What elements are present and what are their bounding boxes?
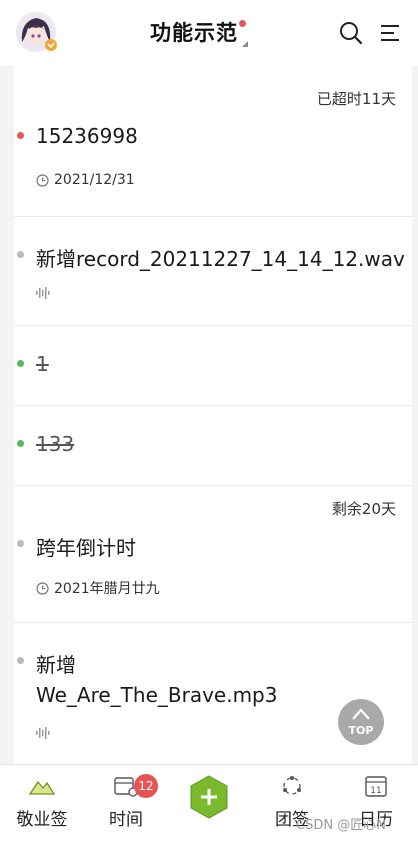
- date-text: 2021年腊月廿九: [54, 581, 160, 597]
- tab-label: 敬业签: [16, 810, 68, 830]
- notification-dot: [239, 20, 246, 27]
- memo-list[interactable]: 已超时11天 15236998 2021/12/31 新增record_2021…: [14, 66, 412, 764]
- title-area[interactable]: 功能示范: [150, 16, 248, 50]
- status-dot: [17, 440, 24, 447]
- avatar[interactable]: [16, 12, 57, 52]
- calendar-day: 11: [370, 786, 381, 796]
- top-label: TOP: [348, 724, 374, 737]
- status-note: 剩余20天: [331, 500, 396, 518]
- mountain-icon: [29, 780, 55, 795]
- list-item[interactable]: 133: [14, 406, 412, 486]
- dropdown-caret-icon: [242, 41, 248, 47]
- list-item[interactable]: 剩余20天 跨年倒计时 2021年腊月廿九: [14, 486, 412, 623]
- status-dot: [17, 657, 24, 664]
- item-title: 133: [36, 432, 75, 456]
- clock-icon: [36, 581, 49, 595]
- status-dot: [17, 251, 24, 258]
- date-text: 2021/12/31: [54, 172, 135, 188]
- list-item[interactable]: 新增record_20211227_14_14_12.wav: [14, 217, 412, 326]
- list-item[interactable]: 已超时11天 15236998 2021/12/31: [14, 66, 412, 217]
- search-button[interactable]: [338, 20, 364, 46]
- tab-label: 时间: [109, 810, 143, 830]
- menu-button[interactable]: [378, 20, 404, 46]
- item-title: 15236998: [36, 124, 138, 148]
- clock-icon: [36, 173, 49, 187]
- menu-icon: [381, 25, 399, 41]
- add-icon: [190, 775, 228, 819]
- item-title-line2: We_Are_The_Brave.mp3: [36, 683, 278, 707]
- back-to-top-button[interactable]: TOP: [338, 699, 384, 745]
- item-date: 2021年腊月廿九: [36, 578, 160, 598]
- item-title-line1: 新增: [36, 653, 76, 677]
- list-item[interactable]: 1: [14, 326, 412, 406]
- item-date: 2021/12/31: [36, 172, 135, 188]
- app-header: 功能示范: [0, 0, 418, 67]
- audio-wave-icon: [36, 727, 50, 739]
- avatar-image: [16, 12, 57, 52]
- status-dot: [17, 132, 24, 139]
- status-note: 已超时11天: [316, 90, 396, 108]
- group-icon: [283, 776, 301, 795]
- unread-badge: 12: [134, 774, 158, 798]
- search-icon: [340, 22, 363, 45]
- item-title: 跨年倒计时: [36, 536, 136, 560]
- tab-jingyeqian[interactable]: 敬业签: [0, 765, 84, 842]
- page-title: 功能示范: [150, 21, 238, 45]
- status-dot: [17, 540, 24, 547]
- watermark: CSDN @匠心N: [296, 818, 386, 833]
- add-button[interactable]: [187, 774, 231, 820]
- calendar-icon: 11: [365, 776, 387, 797]
- status-dot: [17, 360, 24, 367]
- tab-time[interactable]: 时间: [84, 765, 168, 842]
- chevron-up-icon: [352, 708, 370, 720]
- item-title: 1: [36, 352, 49, 376]
- audio-wave-icon: [36, 287, 50, 299]
- item-title: 新增record_20211227_14_14_12.wav: [36, 247, 405, 271]
